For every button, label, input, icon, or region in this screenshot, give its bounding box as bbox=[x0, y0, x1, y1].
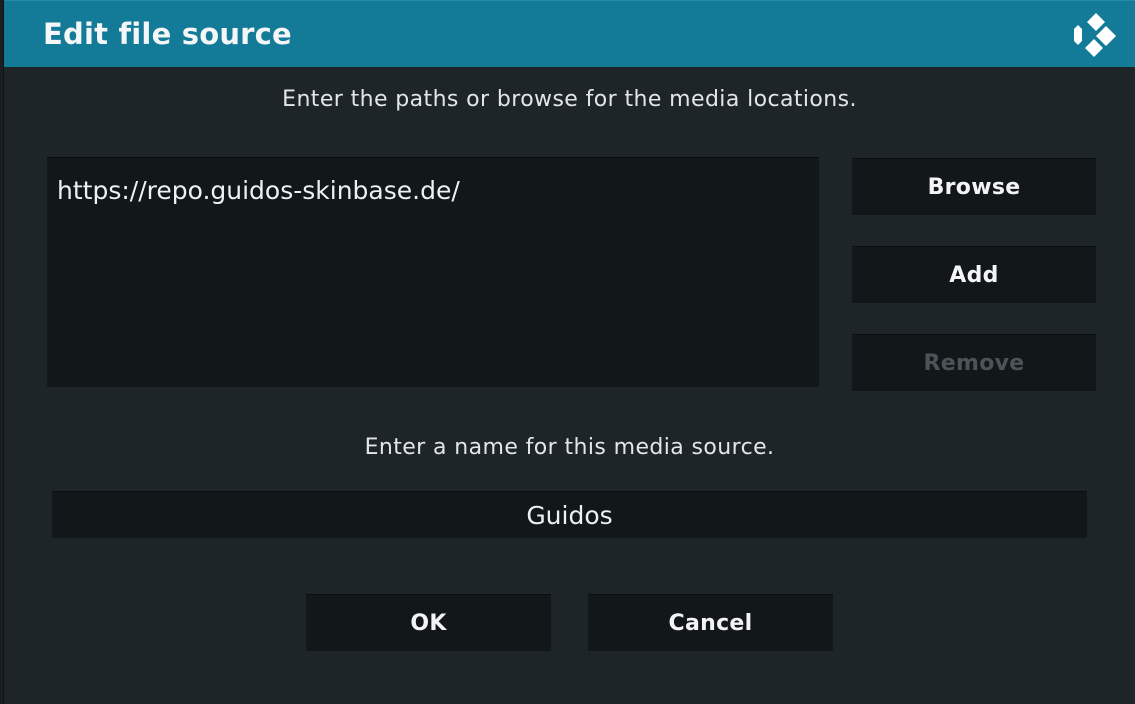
kodi-logo-icon bbox=[1074, 13, 1116, 57]
ok-button[interactable]: OK bbox=[306, 594, 551, 651]
dialog-header: Edit file source bbox=[4, 0, 1135, 67]
edit-file-source-dialog: Edit file source Enter the paths or brow… bbox=[3, 0, 1135, 704]
path-list-item[interactable]: https://repo.guidos-skinbase.de/ bbox=[57, 176, 460, 205]
dialog-title: Edit file source bbox=[43, 17, 292, 51]
browse-button[interactable]: Browse bbox=[852, 158, 1096, 215]
path-list[interactable]: https://repo.guidos-skinbase.de/ bbox=[47, 157, 819, 387]
source-name-field[interactable]: Guidos bbox=[52, 491, 1087, 538]
paths-instruction: Enter the paths or browse for the media … bbox=[282, 87, 857, 112]
cancel-button[interactable]: Cancel bbox=[588, 594, 833, 651]
name-instruction: Enter a name for this media source. bbox=[364, 435, 775, 460]
add-button[interactable]: Add bbox=[852, 246, 1096, 303]
remove-button[interactable]: Remove bbox=[852, 334, 1096, 391]
